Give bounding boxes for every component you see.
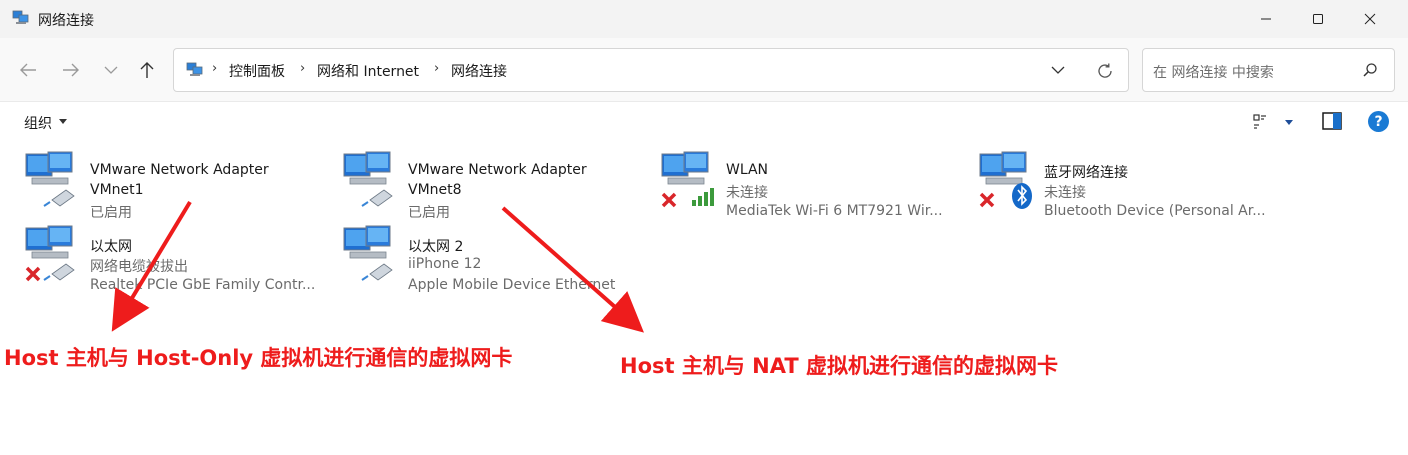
connection-item-vmnet8[interactable]: VMware Network Adapter VMnet8 已启用 xyxy=(342,150,642,221)
breadcrumb-separator[interactable]: › xyxy=(212,61,217,76)
network-adapter-icon xyxy=(343,151,393,207)
connection-item-wlan[interactable]: WLAN 未连接 MediaTek Wi-Fi 6 MT7921 Wir... xyxy=(660,150,960,219)
window-title: 网络连接 xyxy=(38,13,94,29)
title-bar: 网络连接 xyxy=(0,0,1408,38)
close-button[interactable] xyxy=(1344,0,1396,38)
view-options-caret-icon[interactable] xyxy=(1285,120,1293,125)
breadcrumb-network-connections[interactable]: 网络连接 xyxy=(451,61,507,81)
command-bar: 组织 ? xyxy=(0,102,1408,142)
organize-button[interactable]: 组织 xyxy=(24,113,52,133)
connection-name: 蓝牙网络连接 xyxy=(1044,165,1128,181)
connection-item-ethernet-2[interactable]: 以太网 2 iiPhone 12 Apple Mobile Device Eth… xyxy=(342,224,642,293)
search-icon[interactable] xyxy=(1361,61,1379,79)
address-dropdown-button[interactable] xyxy=(1046,60,1070,80)
back-button[interactable] xyxy=(12,54,44,86)
connection-item-vmnet1[interactable]: VMware Network Adapter VMnet1 已启用 xyxy=(24,150,324,221)
connection-device: MediaTek Wi-Fi 6 MT7921 Wir... xyxy=(726,203,943,219)
close-icon xyxy=(1364,13,1376,25)
connection-name: VMware Network Adapter xyxy=(90,162,269,178)
connection-detail: VMnet1 xyxy=(90,182,144,198)
refresh-button[interactable] xyxy=(1092,58,1118,84)
ethernet-adapter-icon xyxy=(25,225,75,282)
connection-status: 未连接 xyxy=(726,185,768,201)
maximize-icon xyxy=(1313,14,1323,24)
connection-device: Realtek PCIe GbE Family Contr... xyxy=(90,277,316,293)
preview-pane-icon[interactable] xyxy=(1322,112,1342,130)
connection-status: 已启用 xyxy=(90,205,132,221)
connection-name: VMware Network Adapter xyxy=(408,162,587,178)
arrow-right-icon xyxy=(63,63,79,77)
network-connections-icon xyxy=(12,10,29,24)
wifi-adapter-icon xyxy=(661,151,714,208)
chevron-down-icon xyxy=(104,66,118,74)
help-button[interactable]: ? xyxy=(1368,111,1389,132)
forward-button[interactable] xyxy=(55,54,87,86)
connection-status: 未连接 xyxy=(1044,185,1086,201)
maximize-button[interactable] xyxy=(1292,0,1344,38)
connection-device: Bluetooth Device (Personal Ar... xyxy=(1044,203,1266,219)
connection-item-ethernet[interactable]: 以太网 网络电缆被拔出 Realtek PCIe GbE Family Cont… xyxy=(24,224,324,293)
breadcrumb-separator[interactable]: › xyxy=(434,61,439,76)
annotation-nat: Host 主机与 NAT 虚拟机进行通信的虚拟网卡 xyxy=(620,354,1058,378)
ethernet-adapter-icon xyxy=(343,225,393,281)
annotation-host-only: Host 主机与 Host-Only 虚拟机进行通信的虚拟网卡 xyxy=(4,346,513,370)
connection-item-bluetooth[interactable]: 蓝牙网络连接 未连接 Bluetooth Device (Personal Ar… xyxy=(978,150,1278,219)
recent-locations-button[interactable] xyxy=(95,54,127,86)
minimize-button[interactable] xyxy=(1240,0,1292,38)
network-adapter-icon xyxy=(25,151,75,207)
search-input[interactable]: 在 网络连接 中搜索 xyxy=(1142,48,1395,92)
connection-name: 以太网 2 xyxy=(408,239,464,255)
minimize-icon xyxy=(1261,18,1271,20)
breadcrumb-separator[interactable]: › xyxy=(300,61,305,76)
bluetooth-adapter-icon xyxy=(979,151,1032,209)
search-placeholder: 在 网络连接 中搜索 xyxy=(1153,65,1274,81)
control-panel-icon xyxy=(186,62,203,76)
navigation-bar: › 控制面板 › 网络和 Internet › 网络连接 在 网络连接 中搜索 xyxy=(0,38,1408,102)
change-view-icon[interactable] xyxy=(1252,112,1274,132)
arrow-up-icon xyxy=(140,62,154,78)
chevron-down-icon xyxy=(1051,66,1065,74)
up-button[interactable] xyxy=(131,54,163,86)
refresh-icon xyxy=(1098,63,1112,78)
breadcrumb-network-internet[interactable]: 网络和 Internet xyxy=(317,61,419,81)
connection-status: 已启用 xyxy=(408,205,450,221)
connection-name: 以太网 xyxy=(90,239,132,255)
caret-down-icon[interactable] xyxy=(59,119,67,124)
address-bar[interactable]: › 控制面板 › 网络和 Internet › 网络连接 xyxy=(173,48,1129,92)
arrow-left-icon xyxy=(20,63,36,77)
connection-status: 网络电缆被拔出 xyxy=(90,259,188,275)
connection-detail: VMnet8 xyxy=(408,182,462,198)
connection-device: Apple Mobile Device Ethernet xyxy=(408,277,616,293)
connections-list: VMware Network Adapter VMnet1 已启用 VMware… xyxy=(0,142,1408,455)
connection-detail: iiPhone 12 xyxy=(408,256,482,272)
connection-name: WLAN xyxy=(726,162,769,178)
breadcrumb-control-panel[interactable]: 控制面板 xyxy=(229,61,285,81)
